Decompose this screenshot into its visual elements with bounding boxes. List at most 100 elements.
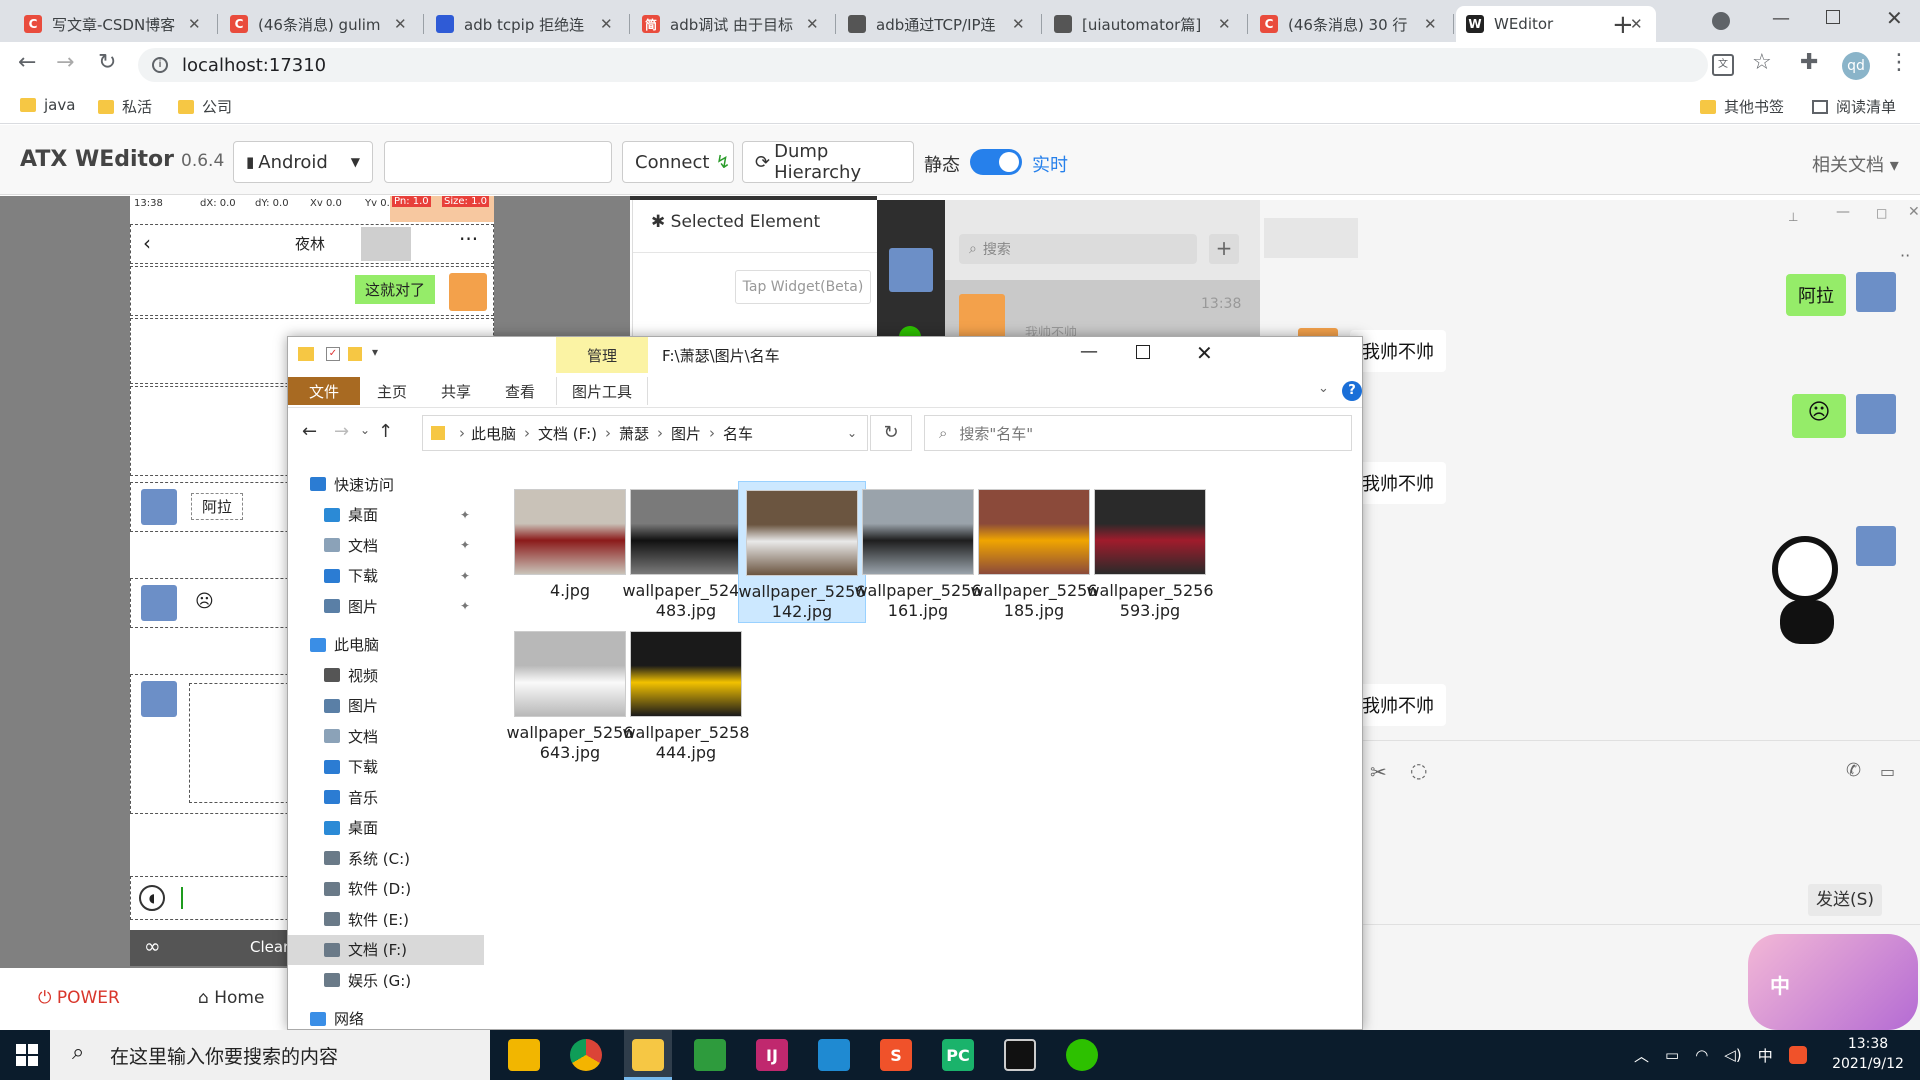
notepad-icon[interactable] <box>694 1039 726 1071</box>
bookmark-folder-company[interactable]: 公司 <box>178 96 232 117</box>
intellij-icon[interactable]: IJ <box>756 1039 788 1071</box>
chat-bubble-icon[interactable]: ◌ <box>1410 758 1427 782</box>
vscode-icon[interactable] <box>818 1039 850 1071</box>
video-call-icon[interactable]: ▭ <box>1880 762 1895 781</box>
nav-item[interactable]: 文档 <box>310 721 478 751</box>
quick-access-dropdown-icon[interactable]: ▾ <box>372 345 378 359</box>
maximize-icon[interactable]: □ <box>1876 206 1887 220</box>
info-icon[interactable]: i <box>152 57 168 73</box>
tab-home[interactable]: 主页 <box>360 377 424 405</box>
ime-indicator[interactable]: 中 <box>1758 1045 1773 1066</box>
tab-close-icon[interactable]: ✕ <box>188 15 204 33</box>
nav-item[interactable]: 软件 (E:) <box>310 904 478 934</box>
minimize-window-icon[interactable]: — <box>1772 8 1790 29</box>
browser-tab[interactable]: adb tcpip 拒绝连 ✕ <box>426 6 626 42</box>
refresh-button[interactable]: ↻ <box>870 415 912 451</box>
back-icon[interactable]: ← <box>302 421 317 442</box>
manage-tab[interactable]: 管理 <box>556 337 648 373</box>
wifi-icon[interactable]: ◠ <box>1695 1046 1708 1064</box>
bookmark-folder-side[interactable]: 私活 <box>98 96 152 117</box>
file-item[interactable]: 4.jpg <box>506 481 634 623</box>
nav-item[interactable]: 下载 ✦ <box>310 561 478 591</box>
translate-icon[interactable]: 文 <box>1712 54 1734 76</box>
wechat-search-input[interactable]: ⌕ 搜索 <box>959 234 1197 264</box>
tab-close-icon[interactable]: ✕ <box>1218 15 1234 33</box>
breadcrumb-item[interactable]: 萧瑟 <box>619 423 649 444</box>
pin-icon[interactable]: ✦ <box>460 508 470 522</box>
maximize-icon[interactable] <box>1136 345 1150 359</box>
folder-icon[interactable] <box>632 1039 664 1071</box>
browser-tab[interactable]: C (46条消息) gulim ✕ <box>220 6 420 42</box>
tab-picture-tools[interactable]: 图片工具 <box>556 377 648 405</box>
clear-button[interactable]: Clear <box>250 938 289 956</box>
maximize-window-icon[interactable] <box>1826 10 1840 24</box>
close-window-icon[interactable]: ✕ <box>1886 6 1903 30</box>
connect-button[interactable]: Connect ↯ <box>622 141 734 183</box>
close-icon[interactable]: ✕ <box>1908 204 1920 220</box>
nav-item[interactable]: 桌面 ✦ <box>310 500 478 530</box>
file-item[interactable]: wallpaper_5256 643.jpg <box>506 623 634 765</box>
breadcrumb-item[interactable]: 图片 <box>671 423 701 444</box>
reading-list[interactable]: 阅读清单 <box>1812 96 1896 117</box>
file-item[interactable]: wallpaper_5246 483.jpg <box>622 481 750 623</box>
live-mode-toggle[interactable] <box>970 149 1022 175</box>
back-icon[interactable]: ‹ <box>143 231 151 255</box>
nav-item[interactable]: 娱乐 (G:) <box>310 965 478 995</box>
breadcrumb-item[interactable]: 此电脑 <box>471 423 516 444</box>
file-item[interactable]: wallpaper_5258 444.jpg <box>622 623 750 765</box>
back-icon[interactable]: ← <box>18 50 36 75</box>
breadcrumb-item[interactable]: 文档 (F:) <box>538 423 597 444</box>
nav-item[interactable]: 图片 ✦ <box>310 591 478 621</box>
tab-file[interactable]: 文件 <box>288 377 360 405</box>
browser-tab[interactable]: adb通过TCP/IP连 ✕ <box>838 6 1038 42</box>
send-button[interactable]: 发送(S) <box>1808 884 1882 916</box>
properties-icon[interactable]: ✓ <box>326 347 340 361</box>
nav-item[interactable]: 音乐 <box>310 782 478 812</box>
help-icon[interactable]: ? <box>1342 381 1362 401</box>
new-tab-button[interactable]: + <box>1612 10 1634 40</box>
pin-icon[interactable]: ✦ <box>460 599 470 613</box>
home-button[interactable]: ⌂ Home <box>198 988 264 1008</box>
nav-item[interactable]: 文档 (F:) <box>288 934 484 965</box>
minimize-icon[interactable]: — <box>1080 341 1098 362</box>
pycharm-icon[interactable]: PC <box>942 1039 974 1071</box>
pin-icon[interactable]: ✦ <box>460 538 470 552</box>
bookmark-other[interactable]: 其他书签 <box>1700 96 1784 117</box>
chrome-icon[interactable] <box>570 1039 602 1071</box>
forward-icon[interactable]: → <box>56 50 74 75</box>
pin-icon[interactable]: ✦ <box>460 569 470 583</box>
tab-close-icon[interactable]: ✕ <box>806 15 822 33</box>
clock[interactable]: 13:38 2021/9/12 <box>1820 1034 1916 1074</box>
docs-dropdown[interactable]: 相关文档 ▾ <box>1812 151 1899 177</box>
explorer-search-input[interactable]: ⌕ 搜索"名车" <box>924 415 1352 451</box>
tab-view[interactable]: 查看 <box>488 377 552 405</box>
tab-close-icon[interactable]: ✕ <box>600 15 616 33</box>
profile-avatar[interactable]: qd <box>1842 52 1870 80</box>
menu-icon[interactable]: ⋮ <box>1888 50 1910 75</box>
nav-item[interactable]: 图片 <box>310 691 478 721</box>
browser-tab[interactable]: C 写文章-CSDN博客 ✕ <box>14 6 214 42</box>
tab-close-icon[interactable]: ✕ <box>394 15 410 33</box>
minimize-icon[interactable]: — <box>1836 204 1850 220</box>
browser-tab[interactable]: [uiautomator篇] ✕ <box>1044 6 1244 42</box>
file-item[interactable]: wallpaper_5256 185.jpg <box>970 481 1098 623</box>
pin-window-icon[interactable]: ⊥ <box>1788 210 1798 224</box>
bookmark-folder-java[interactable]: java <box>20 96 75 114</box>
tab-close-icon[interactable]: ✕ <box>1424 15 1440 33</box>
nav-item[interactable]: 系统 (C:) <box>310 843 478 873</box>
nav-item[interactable]: 软件 (D:) <box>310 874 478 904</box>
bookmark-star-icon[interactable]: ☆ <box>1752 50 1772 75</box>
tap-widget-button[interactable]: Tap Widget(Beta) <box>735 270 871 304</box>
extensions-icon[interactable]: ✚ <box>1800 50 1818 75</box>
scissors-icon[interactable]: ✂ <box>1370 760 1387 784</box>
browser-tab[interactable]: C (46条消息) 30 行 ✕ <box>1250 6 1450 42</box>
ime-floating-badge[interactable]: 中 <box>1748 934 1918 1030</box>
taskbar-search-input[interactable]: ⌕ 在这里输入你要搜索的内容 <box>50 1030 490 1080</box>
sogou-icon[interactable]: S <box>880 1039 912 1071</box>
tab-close-icon[interactable]: ✕ <box>1012 15 1028 33</box>
device-serial-input[interactable] <box>384 141 612 183</box>
address-breadcrumb[interactable]: › 此电脑 › 文档 (F:) › 萧瑟 › 图片 › 名车 ⌄ <box>422 415 868 451</box>
nav-item[interactable]: 文档 ✦ <box>310 530 478 560</box>
new-folder-icon[interactable] <box>348 347 362 361</box>
address-bar[interactable]: i localhost:17310 <box>138 48 1708 82</box>
